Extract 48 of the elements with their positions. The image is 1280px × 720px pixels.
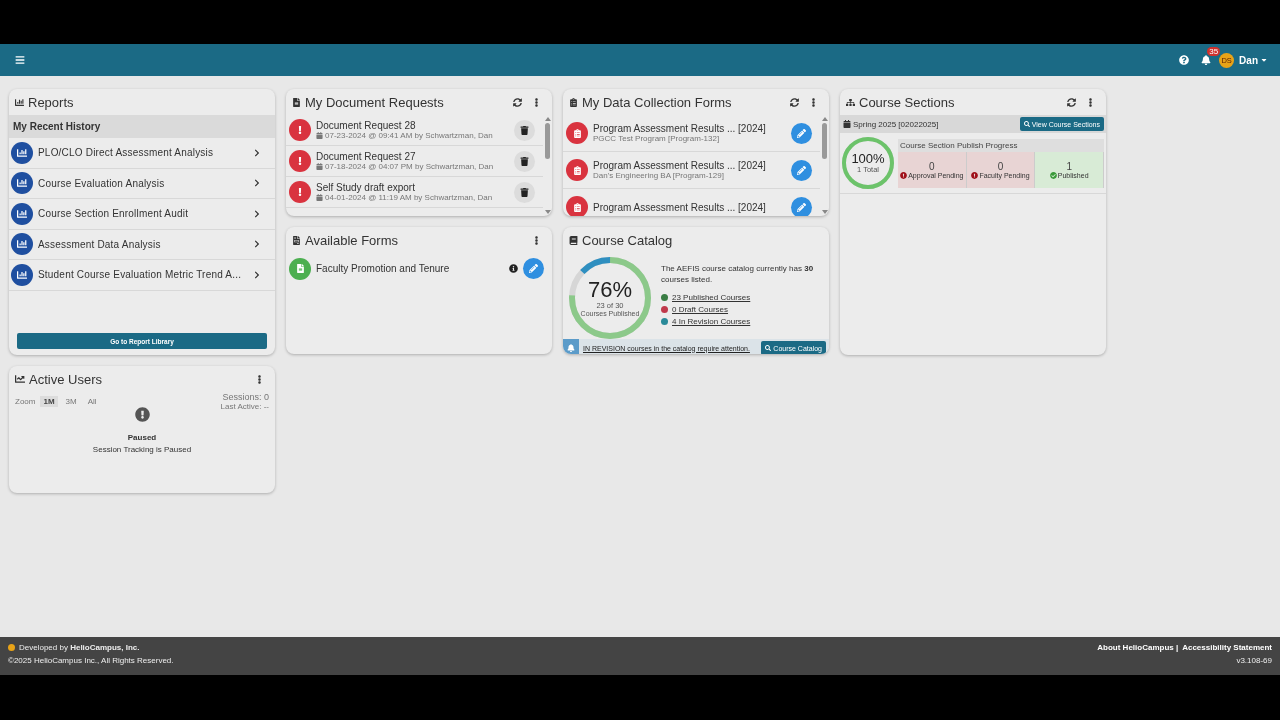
report-item[interactable]: Course Section Enrollment Audit (9, 199, 275, 230)
card-title: My Document Requests (305, 94, 445, 110)
footer-link[interactable]: Accessibility Statement (1182, 643, 1272, 652)
card-title: Course Catalog (582, 232, 674, 248)
zoom-option[interactable]: 3M (62, 396, 80, 407)
section-heading: My Recent History (9, 115, 275, 138)
form-title[interactable]: Program Assessment Results ... [2024] (593, 123, 786, 134)
paused-status: Paused (127, 433, 157, 442)
program-name: PGCC Test Program [Program-132] (593, 134, 721, 143)
report-item[interactable]: Course Evaluation Analysis (9, 168, 275, 199)
form-title[interactable]: Program Assessment Results ... [2024] (593, 160, 786, 171)
card-title: Course Sections (859, 94, 956, 110)
request-title[interactable]: Self Study draft export (316, 182, 509, 193)
zoom-option[interactable]: All (84, 396, 100, 407)
zoom-option[interactable]: 1M (40, 396, 58, 407)
zoom-label: Zoom (15, 397, 36, 406)
percent-published: 100% (851, 152, 885, 165)
card-title: Available Forms (305, 232, 399, 248)
request-meta: 04-01-2024 @ 11:19 AM by Schwartzman, Dan (325, 193, 493, 202)
footer-link[interactable]: About HelioCampus | (1097, 643, 1179, 652)
paused-message: Session Tracking is Paused (92, 445, 192, 454)
report-item[interactable]: Student Course Evaluation Metric Trend A... (9, 260, 275, 291)
course-link[interactable]: 23 Published Courses (672, 293, 751, 303)
course-link[interactable]: 0 Draft Courses (672, 305, 729, 315)
term-label: Spring 2025 [02022025] (853, 119, 940, 129)
sessions-count: Sessions: 0 (222, 392, 269, 402)
request-meta: 07-23-2024 @ 09:41 AM by Schwartzman, Dan (325, 131, 493, 140)
developed-by: Developed by HelioCampus, Inc. (19, 643, 140, 652)
percent-published: 76% (587, 279, 632, 301)
form-title[interactable]: Program Assessment Results ... [2024] (593, 201, 786, 213)
copyright: ©2025 HelioCampus Inc., All Rights Reserved. (8, 656, 174, 665)
catalog-summary: The AEFIS course catalog currently has 30 courses listed. (661, 263, 815, 286)
report-item[interactable]: Assessment Data Analysis (9, 229, 275, 260)
progress-title: Course Section Publish Progress (899, 139, 1019, 152)
request-title[interactable]: Document Request 27 (316, 151, 509, 162)
card-title: Reports (28, 94, 75, 110)
form-title[interactable]: Faculty Promotion and Tenure (316, 263, 504, 274)
notification-badge: 35 (1207, 47, 1221, 56)
request-meta: 07-18-2024 @ 04:07 PM by Schwartzman, Dan (325, 162, 494, 171)
program-name: Dan's Engineering BA [Program-129] (593, 171, 725, 180)
last-active: Last Active: -- (220, 402, 269, 411)
card-title: My Data Collection Forms (582, 94, 733, 110)
version: v3.108-69 (1236, 656, 1272, 665)
user-menu[interactable]: Dan (1239, 54, 1268, 66)
report-item[interactable]: PLO/CLO Direct Assessment Analysis (9, 138, 275, 169)
course-link[interactable]: 4 In Revision Courses (672, 317, 751, 327)
card-title: Active Users (29, 371, 103, 387)
request-title[interactable]: Document Request 28 (316, 120, 509, 131)
